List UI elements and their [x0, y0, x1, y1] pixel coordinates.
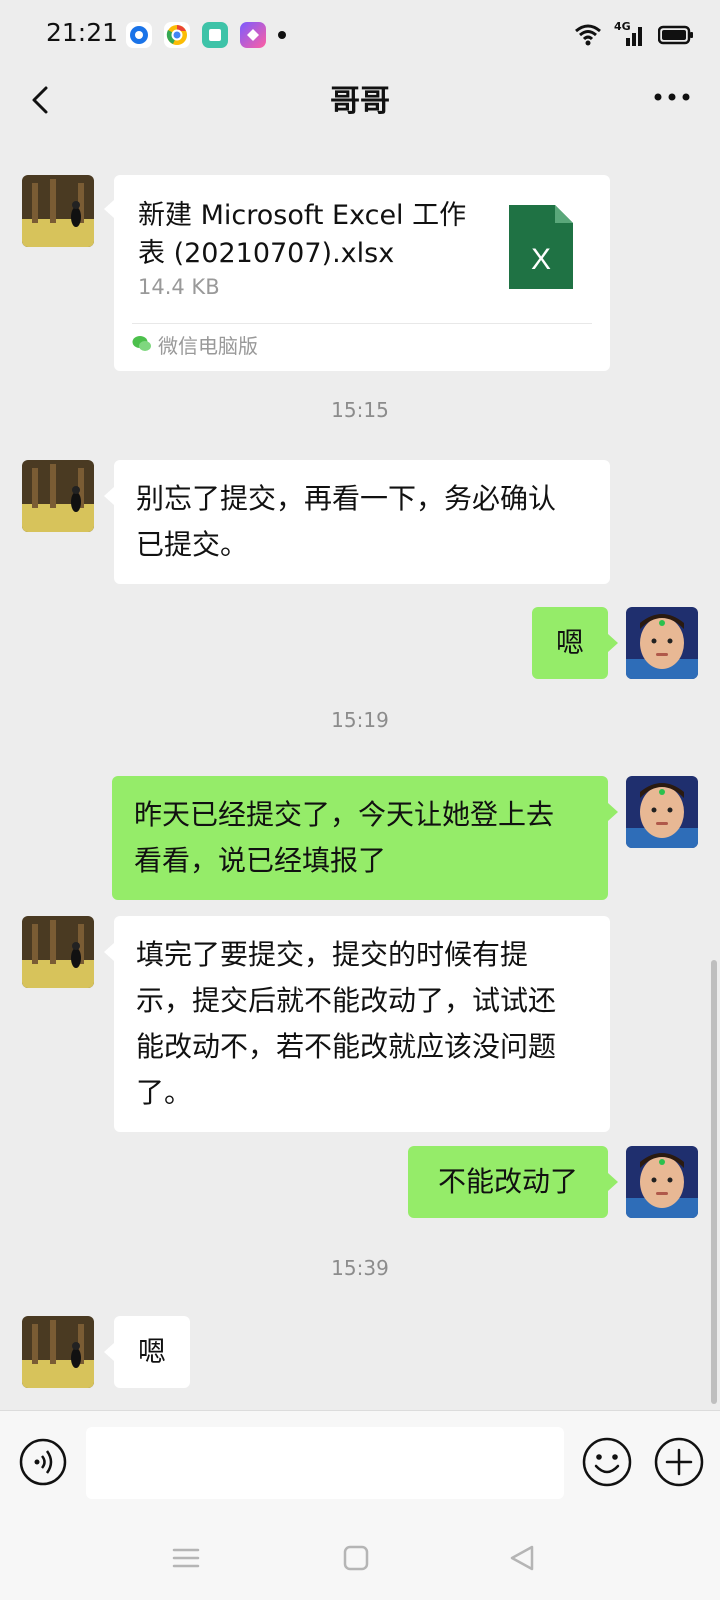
chat-title: 哥哥 [330, 84, 390, 119]
home-icon[interactable] [340, 1542, 372, 1574]
message-line: 能改动不，若不能改就应该没问题 [136, 1030, 557, 1063]
contact-avatar[interactable] [22, 175, 94, 247]
status-bar: 21:21 4G [0, 0, 720, 70]
divider [132, 323, 592, 324]
bubble-tail [104, 487, 114, 505]
contact-avatar[interactable] [22, 460, 94, 532]
dot-icon [278, 31, 286, 39]
message-line: 已提交。 [136, 528, 249, 561]
status-time: 21:21 [46, 18, 119, 47]
plus-icon[interactable] [652, 1435, 706, 1489]
app-icon [240, 22, 266, 48]
message-bubble[interactable]: 填完了要提交，提交的时候有提 示，提交后就不能改动了，试试还 能改动不，若不能改… [114, 916, 610, 1132]
bubble-tail [104, 200, 114, 218]
system-nav-bar [0, 1516, 720, 1600]
more-icon[interactable] [650, 82, 694, 112]
timestamp: 15:19 [331, 708, 389, 732]
bubble-tail [608, 634, 618, 652]
wifi-icon [575, 24, 601, 46]
my-avatar[interactable] [626, 776, 698, 848]
bubble-tail [104, 943, 114, 961]
message-line: 昨天已经提交了，今天让她登上去 [134, 798, 555, 831]
chat-header: 哥哥 [0, 70, 720, 128]
message-bubble[interactable]: 不能改动了 [408, 1146, 608, 1218]
message-text: 嗯 [137, 1335, 166, 1368]
message-line: 填完了要提交，提交的时候有提 [136, 938, 529, 971]
file-source: 微信电脑版 [158, 334, 258, 358]
bubble-tail [608, 1173, 618, 1191]
notification-icons [126, 22, 286, 48]
menu-icon[interactable] [170, 1542, 202, 1574]
file-message[interactable]: 新建 Microsoft Excel 工作表 (20210707).xlsx 1… [114, 175, 610, 371]
message-bubble[interactable]: 别忘了提交，再看一下，务必确认 已提交。 [114, 460, 610, 584]
message-line: 了。 [136, 1076, 193, 1109]
emoji-icon[interactable] [580, 1435, 634, 1489]
message-text: 嗯 [555, 626, 584, 659]
message-bubble[interactable]: 昨天已经提交了，今天让她登上去 看看，说已经填报了 [112, 776, 608, 900]
signal-icon: 4G [614, 20, 646, 48]
message-input[interactable] [86, 1427, 564, 1499]
excel-file-icon: X [509, 205, 573, 289]
battery-icon [658, 25, 693, 45]
excel-letter: X [531, 243, 551, 276]
timestamp: 15:15 [331, 398, 389, 422]
bubble-tail [608, 803, 618, 821]
message-bubble[interactable]: 嗯 [532, 607, 608, 679]
file-size: 14.4 KB [138, 275, 220, 299]
voice-icon[interactable] [18, 1437, 68, 1487]
system-indicators: 4G [574, 20, 694, 48]
scrollbar[interactable] [711, 960, 717, 1404]
message-line: 示，提交后就不能改动了，试试还 [136, 984, 557, 1017]
bubble-tail [104, 1343, 114, 1361]
contact-avatar[interactable] [22, 1316, 94, 1388]
contact-avatar[interactable] [22, 916, 94, 988]
wechat-icon [132, 336, 151, 351]
message-text: 不能改动了 [437, 1165, 578, 1198]
my-avatar[interactable] [626, 1146, 698, 1218]
message-line: 别忘了提交，再看一下，务必确认 [136, 482, 557, 515]
my-avatar[interactable] [626, 607, 698, 679]
notes-icon [202, 22, 228, 48]
message-line: 看看，说已经填报了 [134, 844, 387, 877]
timestamp: 15:39 [331, 1256, 389, 1280]
chrome-icon [164, 22, 190, 48]
back-triangle-icon[interactable] [506, 1542, 538, 1574]
input-bar [0, 1410, 720, 1517]
message-bubble[interactable]: 嗯 [114, 1316, 190, 1388]
browser-icon [126, 22, 152, 48]
file-name: 新建 Microsoft Excel 工作表 (20210707).xlsx [138, 200, 467, 269]
